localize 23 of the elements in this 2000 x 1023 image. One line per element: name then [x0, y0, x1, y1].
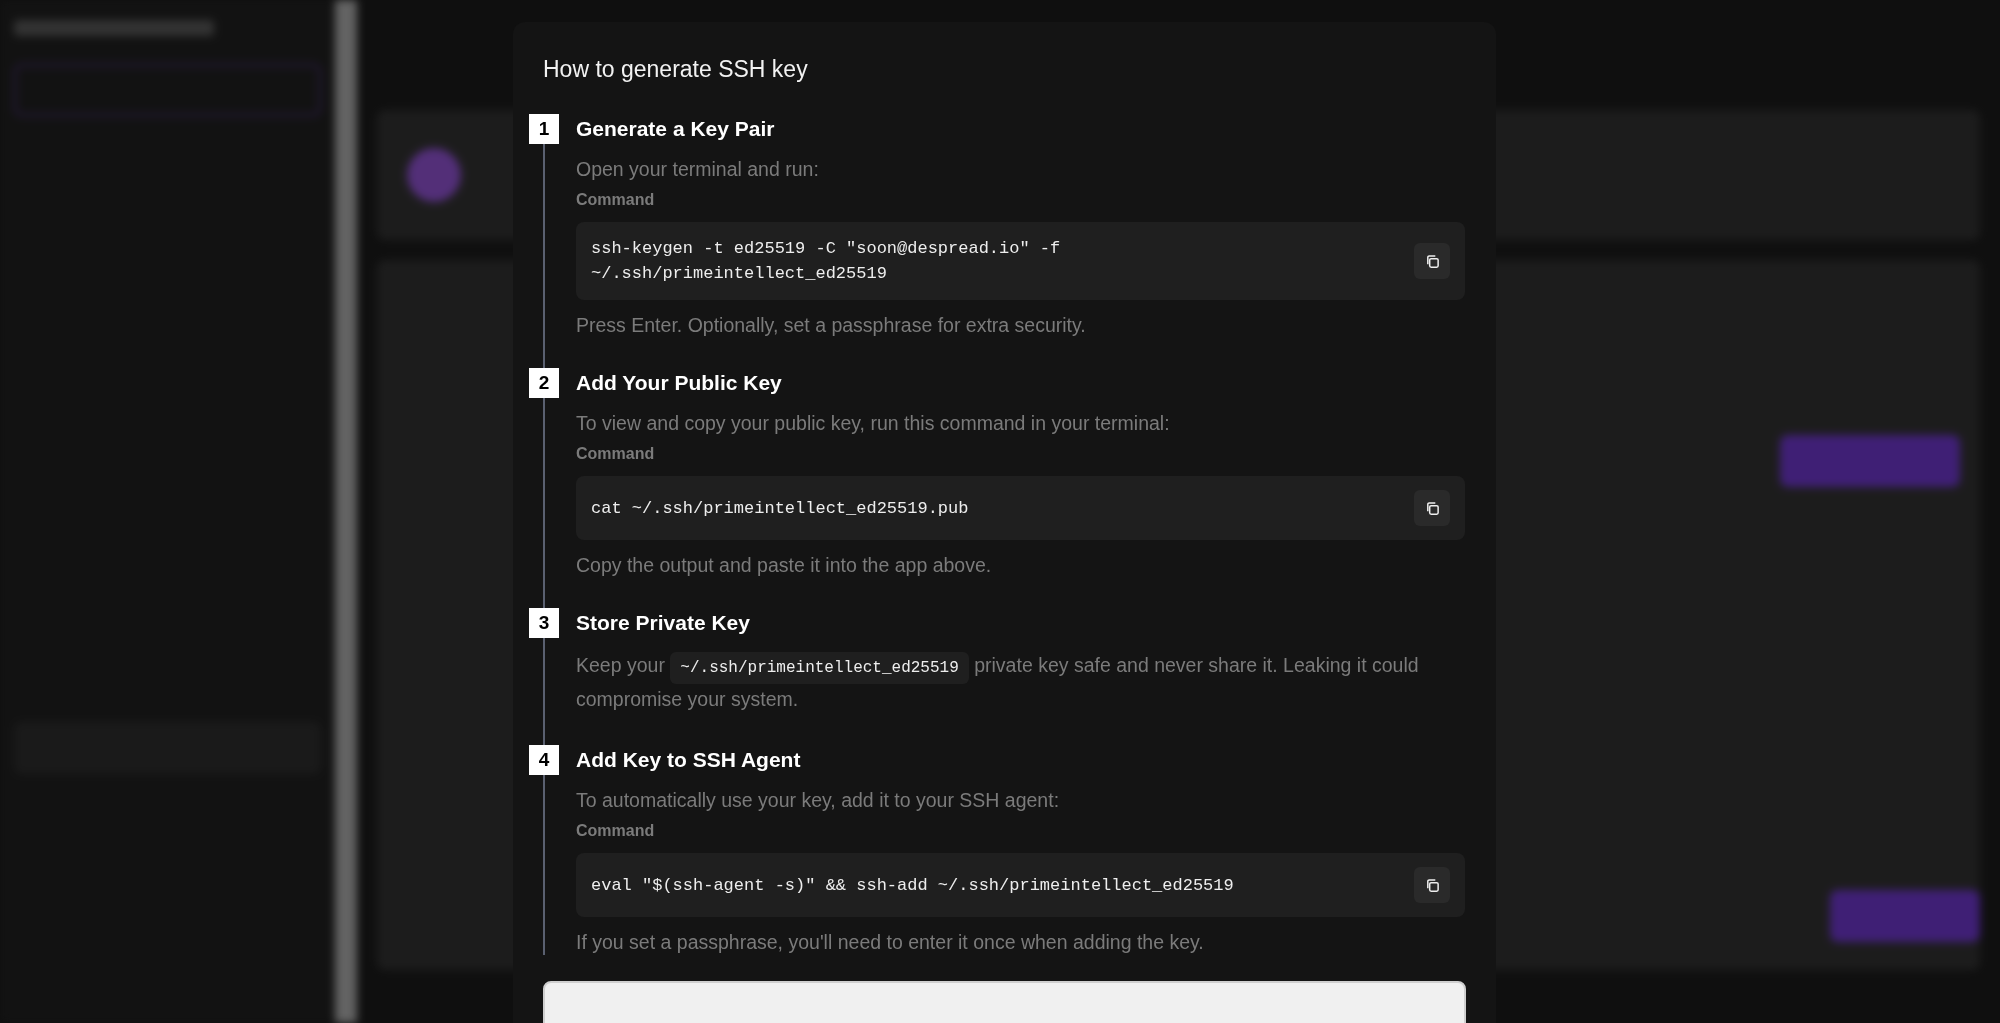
instruction-text: To view and copy your public key, run this command in your terminal: — [576, 411, 1170, 436]
step-number: 2 — [529, 368, 559, 398]
command-label: Command — [576, 821, 655, 841]
step-number: 3 — [529, 608, 559, 638]
command-label: Command — [576, 190, 655, 210]
instruction-text: Copy the output and paste it into the app above. — [576, 553, 992, 578]
instruction-text: Open your terminal and run: — [576, 157, 819, 182]
command-label: Command — [576, 444, 655, 464]
inline-code: ~/.ssh/primeintellect_ed25519 — [670, 652, 969, 684]
step-number: 4 — [529, 745, 559, 775]
instruction-text: To automatically use your key, add it to your SSH agent: — [576, 788, 1060, 813]
instruction-text: If you set a passphrase, you'll need to enter it once when adding the key. — [576, 930, 1204, 955]
step-number: 1 — [529, 114, 559, 144]
step-heading: Add Your Public Key — [576, 370, 782, 396]
step-heading: Add Key to SSH Agent — [576, 747, 801, 773]
step-heading: Store Private Key — [576, 610, 750, 636]
command-text: ssh-keygen -t ed25519 -C "soon@despread.io" -f ~/.ssh/primeintellect_ed25519 — [591, 238, 1061, 285]
dialog-title: How to generate SSH key — [543, 55, 808, 84]
instruction-text: Keep your ~/.ssh/primeintellect_ed25519 private key safe and never share it. Leaking it could compromise your system. — [576, 651, 1420, 712]
instruction-text: Press Enter. Optionally, set a passphrase for extra security. — [576, 313, 1086, 338]
step-heading: Generate a Key Pair — [576, 116, 775, 142]
command-text: cat ~/.ssh/primeintellect_ed25519.pub — [591, 497, 969, 520]
command-text: eval "$(ssh-agent -s)" && ssh-add ~/.ssh/primeintellect_ed25519 — [591, 874, 1234, 897]
